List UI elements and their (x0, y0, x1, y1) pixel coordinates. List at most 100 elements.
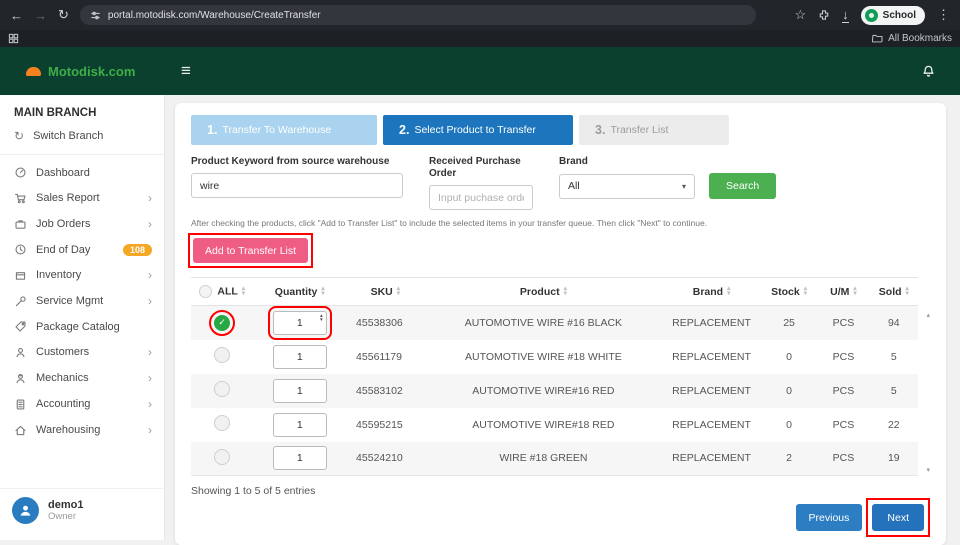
sku-cell: 45538306 (346, 306, 425, 340)
brand-name: Motodisk.com (48, 64, 135, 79)
sidebar-item-warehousing[interactable]: Warehousing › (0, 417, 164, 443)
sort-desc-icon: ▾ (853, 292, 856, 297)
stock-cell: 0 (761, 374, 817, 408)
instructions-text: After checking the products, click "Add … (191, 218, 930, 228)
search-button[interactable]: Search (709, 173, 776, 199)
select-all-checkbox[interactable] (199, 285, 212, 298)
previous-button[interactable]: Previous (796, 504, 863, 531)
header-product[interactable]: Product▴▾ (425, 278, 663, 306)
sidebar-item-inventory[interactable]: Inventory › (0, 262, 164, 288)
row-checkbox[interactable] (214, 347, 230, 363)
sidebar-item-dashboard[interactable]: Dashboard (0, 160, 164, 185)
um-cell: PCS (817, 374, 869, 408)
site-settings-icon (90, 10, 101, 21)
bookmark-star-icon[interactable]: ☆ (795, 7, 807, 23)
notifications-bell-icon[interactable] (921, 64, 936, 79)
row-checkbox[interactable] (214, 449, 230, 465)
header-quantity[interactable]: Quantity▴▾ (253, 278, 346, 306)
sidebar-item-package-catalog[interactable]: Package Catalog (0, 314, 164, 339)
profile-chip[interactable]: School (861, 6, 925, 25)
user-name: demo1 (48, 499, 83, 511)
sidebar-item-mechanics[interactable]: Mechanics › (0, 365, 164, 391)
sold-cell: 22 (870, 408, 918, 442)
next-button[interactable]: Next (872, 504, 924, 531)
brand-label: Brand (559, 156, 776, 168)
header-stock[interactable]: Stock▴▾ (761, 278, 817, 306)
sidebar-item-job-orders[interactable]: Job Orders › (0, 211, 164, 237)
brand-cell: REPLACEMENT (662, 306, 761, 340)
sidebar-item-customers[interactable]: Customers › (0, 339, 164, 365)
refresh-icon: ↻ (14, 129, 24, 143)
table-header-row: ALL▴▾ Quantity▴▾ SKU▴▾ Product▴▾ Brand▴▾… (191, 278, 918, 306)
scroll-down-icon[interactable]: ▾ (926, 466, 930, 474)
chevron-right-icon: › (148, 294, 152, 308)
brand-cell: REPLACEMENT (662, 374, 761, 408)
back-icon[interactable]: ← (10, 8, 23, 23)
address-bar[interactable]: portal.motodisk.com/Warehouse/CreateTran… (80, 5, 756, 25)
scroll-up-icon[interactable]: ▴ (926, 311, 930, 319)
purchase-order-input[interactable] (429, 185, 533, 210)
stock-cell: 25 (761, 306, 817, 340)
forward-icon[interactable]: → (34, 8, 47, 23)
header-um[interactable]: U/M▴▾ (817, 278, 869, 306)
all-bookmarks-label: All Bookmarks (888, 33, 952, 44)
helmet-icon (26, 67, 41, 76)
chevron-right-icon: › (148, 268, 152, 282)
products-table: ALL▴▾ Quantity▴▾ SKU▴▾ Product▴▾ Brand▴▾… (191, 277, 930, 476)
quantity-input[interactable]: 1 (273, 345, 327, 369)
sidebar-item-sales-report[interactable]: Sales Report › (0, 185, 164, 211)
box-icon (14, 269, 27, 282)
user-avatar (12, 497, 39, 524)
step-tab-transfer-to-warehouse[interactable]: 1. Transfer To Warehouse (191, 115, 377, 145)
sidebar-item-end-of-day[interactable]: End of Day 108 (0, 237, 164, 262)
header-all[interactable]: ALL▴▾ (191, 278, 253, 306)
header-brand[interactable]: Brand▴▾ (662, 278, 761, 306)
row-checkbox[interactable] (214, 415, 230, 431)
keyword-label: Product Keyword from source warehouse (191, 156, 403, 168)
add-to-transfer-list-button[interactable]: Add to Transfer List (193, 238, 308, 263)
branch-title: MAIN BRANCH (0, 95, 164, 123)
brand-cell: REPLACEMENT (662, 442, 761, 476)
row-checkbox-checked[interactable]: ✓ (214, 315, 230, 331)
table-row: 1 45583102 AUTOMOTIVE WIRE#16 RED REPLAC… (191, 374, 918, 408)
table-row: 1 45595215 AUTOMOTIVE WIRE#18 RED REPLAC… (191, 408, 918, 442)
brand-logo[interactable]: Motodisk.com (0, 64, 165, 79)
row-checkbox[interactable] (214, 381, 230, 397)
um-cell: PCS (817, 408, 869, 442)
download-icon[interactable]: ↓ (842, 10, 849, 20)
cart-icon (14, 192, 27, 205)
reload-icon[interactable]: ↻ (58, 7, 69, 23)
quantity-input[interactable]: 1 (273, 379, 327, 403)
sort-desc-icon: ▾ (804, 292, 807, 297)
header-sku[interactable]: SKU▴▾ (346, 278, 425, 306)
um-cell: PCS (817, 340, 869, 374)
browser-menu-icon[interactable]: ⋮ (937, 7, 950, 23)
quantity-input[interactable]: 1▴▾ (273, 311, 327, 335)
brand-select[interactable]: All ▾ (559, 174, 695, 199)
header-sold[interactable]: Sold▴▾ (870, 278, 918, 306)
chevron-right-icon: › (148, 191, 152, 205)
extensions-icon[interactable] (818, 9, 830, 21)
stock-cell: 2 (761, 442, 817, 476)
switch-branch-button[interactable]: ↻ Switch Branch (0, 123, 164, 149)
sort-desc-icon: ▾ (321, 292, 324, 297)
all-bookmarks-button[interactable]: All Bookmarks (872, 33, 952, 44)
sidebar-item-service-mgmt[interactable]: Service Mgmt › (0, 288, 164, 314)
profile-label: School (883, 10, 916, 21)
step-tab-select-product[interactable]: 2. Select Product to Transfer (383, 115, 573, 145)
keyword-input[interactable] (191, 173, 403, 198)
sidebar-item-accounting[interactable]: Accounting › (0, 391, 164, 417)
sidebar-toggle-icon[interactable]: ≡ (181, 61, 191, 81)
quantity-input[interactable]: 1 (273, 446, 327, 470)
chevron-right-icon: › (148, 397, 152, 411)
chevron-down-icon: ▾ (682, 182, 686, 191)
sku-cell: 45583102 (346, 374, 425, 408)
app-navbar: Motodisk.com ≡ (0, 47, 960, 95)
user-profile[interactable]: demo1 Owner (0, 488, 164, 532)
tab-groups-icon[interactable] (8, 33, 19, 44)
number-spinner-icon[interactable]: ▴▾ (320, 314, 323, 323)
sold-cell: 19 (870, 442, 918, 476)
quantity-input[interactable]: 1 (273, 413, 327, 437)
um-cell: PCS (817, 442, 869, 476)
step-tab-transfer-list[interactable]: 3. Transfer List (579, 115, 729, 145)
